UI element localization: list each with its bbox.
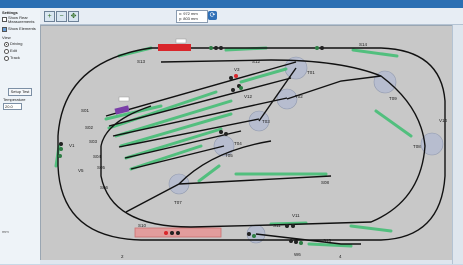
- signal-dot[interactable]: [214, 46, 218, 50]
- label-t07: T07: [174, 200, 182, 205]
- view-label: View: [2, 35, 11, 40]
- view-driving-radio[interactable]: [4, 42, 9, 47]
- label-s04: S04: [93, 154, 102, 159]
- label-v14: V14: [439, 118, 448, 123]
- siding-s15: [255, 233, 361, 245]
- train-red-s13[interactable]: [158, 44, 191, 51]
- label-s03: S03: [89, 139, 98, 144]
- signal-dot[interactable]: [291, 224, 295, 228]
- signal-dot[interactable]: [315, 46, 319, 50]
- horizontal-scrollbar[interactable]: [40, 260, 452, 264]
- refresh-icon: ⟳: [209, 12, 216, 19]
- temperature-select[interactable]: 20.0: [3, 103, 22, 110]
- signal-markers: [58, 46, 324, 245]
- sensor-s14: [351, 48, 399, 58]
- app-window: Settings Show Rear Measurements Show Ele…: [0, 0, 463, 264]
- view-track-radio[interactable]: [4, 56, 9, 61]
- zoom-out-button[interactable]: −: [56, 11, 67, 22]
- view-edit-label: Edit: [10, 48, 17, 53]
- signal-dot[interactable]: [58, 154, 62, 158]
- signal-dot[interactable]: [59, 142, 63, 146]
- temperature-label: Temperature: [3, 97, 26, 102]
- label-w6: W6: [294, 252, 301, 257]
- label-s13: S13: [137, 59, 146, 64]
- view-driving-label: Driving: [10, 41, 23, 46]
- siding-s06: [130, 145, 225, 170]
- refresh-button[interactable]: ⟳: [208, 11, 217, 20]
- zoom-out-icon: −: [59, 13, 64, 20]
- axis-left-label: 2: [121, 254, 124, 259]
- rear-measurements-checkbox[interactable]: [2, 17, 7, 22]
- signal-dot[interactable]: [294, 240, 298, 244]
- signal-dot[interactable]: [299, 241, 303, 245]
- show-elements-label: Show Elements: [8, 26, 36, 31]
- view-track-label: Track: [10, 55, 20, 60]
- toolbar: + − ✥ x: 972 mm y: 803 mm ⟳: [40, 8, 463, 25]
- label-t02: T02: [295, 94, 303, 99]
- label-s12: S12: [252, 59, 261, 64]
- label-t03: T03: [262, 119, 270, 124]
- track-diagram: S13 S14 S12 T01 T09 V12 T02 T03 T04 T05 …: [54, 38, 448, 259]
- settings-panel: Settings Show Rear Measurements Show Ele…: [0, 8, 41, 264]
- label-s01: S01: [81, 108, 90, 113]
- sensor-t06: [197, 164, 221, 183]
- label-v12: V12: [244, 94, 253, 99]
- signal-dot[interactable]: [209, 46, 213, 50]
- signal-dot[interactable]: [231, 88, 235, 92]
- signal-dot[interactable]: [164, 231, 168, 235]
- signal-dot[interactable]: [229, 76, 233, 80]
- label-s11: S11: [273, 223, 281, 228]
- fit-view-button[interactable]: ✥: [68, 11, 79, 22]
- signal-dot[interactable]: [247, 232, 251, 236]
- coordinate-readout: x: 972 mm y: 803 mm: [176, 10, 208, 23]
- connector-t07: [125, 183, 180, 213]
- fit-view-icon: ✥: [70, 13, 77, 20]
- label-t09: T09: [389, 96, 397, 101]
- y-axis-unit: mm: [2, 229, 9, 234]
- signal-dot[interactable]: [219, 46, 223, 50]
- setup-test-button[interactable]: Setup Test: [8, 88, 32, 96]
- signal-dot[interactable]: [59, 147, 63, 151]
- label-s08: S08: [321, 180, 330, 185]
- label-t01: T01: [307, 70, 315, 75]
- sensor-s16: [349, 224, 393, 233]
- signal-dot[interactable]: [219, 130, 223, 134]
- track-layout-canvas[interactable]: S13 S14 S12 T01 T09 V12 T02 T03 T04 T05 …: [40, 25, 453, 261]
- label-v1: V1: [69, 143, 75, 148]
- label-s14: S14: [359, 42, 368, 47]
- label-s15: S15: [323, 238, 332, 243]
- label-t08: T08: [413, 144, 421, 149]
- label-box-s01: [118, 96, 130, 102]
- label-t04: T04: [234, 141, 242, 146]
- label-s06: S06: [100, 185, 109, 190]
- vertical-scrollbar[interactable]: [452, 25, 463, 264]
- signal-dot[interactable]: [285, 224, 289, 228]
- rear-measurements-label: Show Rear Measurements: [8, 15, 35, 24]
- label-s10: S10: [138, 223, 147, 228]
- signal-dot[interactable]: [234, 74, 238, 78]
- sensor-t08: [374, 109, 413, 138]
- title-bar: [0, 0, 463, 8]
- signal-dot[interactable]: [252, 234, 256, 238]
- zoom-in-button[interactable]: +: [44, 11, 55, 22]
- axis-right-label: 4: [339, 254, 342, 259]
- label-v10: V5: [78, 168, 84, 173]
- signal-dot[interactable]: [320, 46, 324, 50]
- label-box-s13: [175, 38, 187, 44]
- view-edit-radio[interactable]: [4, 49, 9, 54]
- label-s05: S05: [97, 165, 106, 170]
- signal-dot[interactable]: [289, 239, 293, 243]
- signal-dot[interactable]: [176, 231, 180, 235]
- label-v11: V11: [292, 213, 300, 218]
- sensor-s06: [129, 144, 203, 171]
- label-t05: T05: [225, 153, 233, 158]
- zoom-in-icon: +: [47, 13, 52, 20]
- signal-dot[interactable]: [170, 231, 174, 235]
- show-elements-checkbox[interactable]: [2, 27, 7, 32]
- signal-dot[interactable]: [224, 132, 228, 136]
- coord-y: y: 803 mm: [179, 16, 198, 21]
- signal-dot[interactable]: [239, 86, 243, 90]
- label-v3: V3: [234, 67, 240, 72]
- label-s02: S02: [85, 125, 94, 130]
